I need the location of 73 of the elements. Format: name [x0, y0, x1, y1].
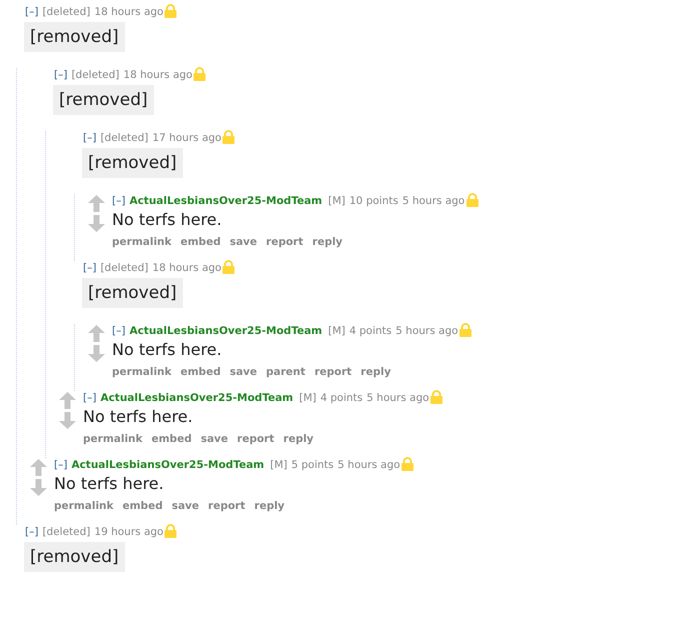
comment-action-link[interactable]: reply [360, 365, 391, 379]
score-text: 5 points [291, 458, 334, 472]
comment-action-link[interactable]: report [266, 235, 304, 249]
moderator-tag: [M] [299, 391, 316, 405]
comment-action-link[interactable]: permalink [54, 499, 114, 513]
timestamp: 5 hours ago [338, 458, 400, 472]
score-text: 10 points [349, 194, 398, 208]
author-name: [deleted] [100, 261, 148, 275]
comment-action-link[interactable]: report [208, 499, 246, 513]
score-text: 4 points [349, 324, 392, 338]
timestamp: 18 hours ago [152, 261, 222, 275]
score-text: 4 points [320, 391, 363, 405]
comment-action-link[interactable]: report [237, 432, 274, 446]
author-link[interactable]: ActualLesbiansOver25-ModTeam [129, 194, 322, 208]
comment-action-link[interactable]: save [172, 499, 200, 513]
timestamp: 5 hours ago [402, 194, 465, 208]
author-name: [deleted] [42, 5, 90, 19]
author-name: [deleted] [42, 525, 90, 539]
downvote-arrow-icon[interactable] [30, 479, 47, 496]
comment-action-link[interactable]: embed [180, 235, 221, 249]
collapse-toggle[interactable]: [–] [25, 525, 38, 539]
author-link[interactable]: ActualLesbiansOver25-ModTeam [100, 391, 294, 405]
comment-action-link[interactable]: reply [312, 235, 343, 249]
timestamp: 5 hours ago [396, 324, 458, 338]
timestamp: 18 hours ago [123, 68, 192, 82]
author-link[interactable]: ActualLesbiansOver25-ModTeam [71, 458, 264, 472]
collapse-toggle[interactable]: [–] [83, 131, 96, 145]
comment-action-link[interactable]: reply [283, 432, 314, 446]
collapse-toggle[interactable]: [–] [54, 458, 68, 472]
timestamp: 18 hours ago [94, 5, 164, 19]
upvote-arrow-icon[interactable] [59, 392, 76, 409]
moderator-tag: [M] [328, 194, 346, 208]
collapse-toggle[interactable]: [–] [83, 391, 96, 405]
timestamp: 17 hours ago [152, 131, 222, 145]
comment-text: No terfs here. [112, 209, 223, 231]
comment-action-link[interactable]: save [230, 365, 258, 379]
upvote-arrow-icon[interactable] [88, 195, 105, 212]
comment-text: No terfs here. [112, 339, 223, 361]
collapse-toggle[interactable]: [–] [83, 261, 96, 275]
downvote-arrow-icon[interactable] [88, 345, 105, 362]
removed-text: [removed] [82, 278, 183, 308]
collapse-toggle[interactable]: [–] [112, 194, 126, 208]
comment-action-link[interactable]: embed [180, 365, 221, 379]
timestamp: 5 hours ago [366, 391, 430, 405]
comment-action-link[interactable]: save [200, 432, 228, 446]
comment-text: No terfs here. [54, 473, 165, 495]
removed-text: [removed] [53, 85, 154, 115]
author-name: [deleted] [100, 131, 148, 145]
removed-text: [removed] [82, 148, 183, 178]
author-link[interactable]: ActualLesbiansOver25-ModTeam [129, 324, 322, 338]
comment-action-link[interactable]: report [314, 365, 352, 379]
comment-action-link[interactable]: permalink [83, 432, 142, 446]
removed-text: [removed] [24, 22, 125, 52]
comment-action-link[interactable]: embed [122, 499, 163, 513]
collapse-toggle[interactable]: [–] [25, 5, 38, 19]
comment-action-link[interactable]: reply [254, 499, 285, 513]
moderator-tag: [M] [328, 324, 346, 338]
removed-text: [removed] [24, 542, 125, 572]
collapse-toggle[interactable]: [–] [54, 68, 68, 82]
upvote-arrow-icon[interactable] [30, 459, 47, 476]
comment-action-link[interactable]: save [230, 235, 258, 249]
downvote-arrow-icon[interactable] [59, 412, 76, 429]
comment-text: No terfs here. [83, 406, 194, 428]
downvote-arrow-icon[interactable] [88, 215, 105, 232]
upvote-arrow-icon[interactable] [88, 325, 105, 342]
comment-action-link[interactable]: parent [266, 365, 306, 379]
comment-action-link[interactable]: embed [152, 432, 192, 446]
comment-action-link[interactable]: permalink [112, 235, 172, 249]
author-name: [deleted] [71, 68, 120, 82]
timestamp: 19 hours ago [94, 525, 164, 539]
collapse-toggle[interactable]: [–] [112, 324, 126, 338]
moderator-tag: [M] [270, 458, 288, 472]
comment-action-link[interactable]: permalink [112, 365, 172, 379]
